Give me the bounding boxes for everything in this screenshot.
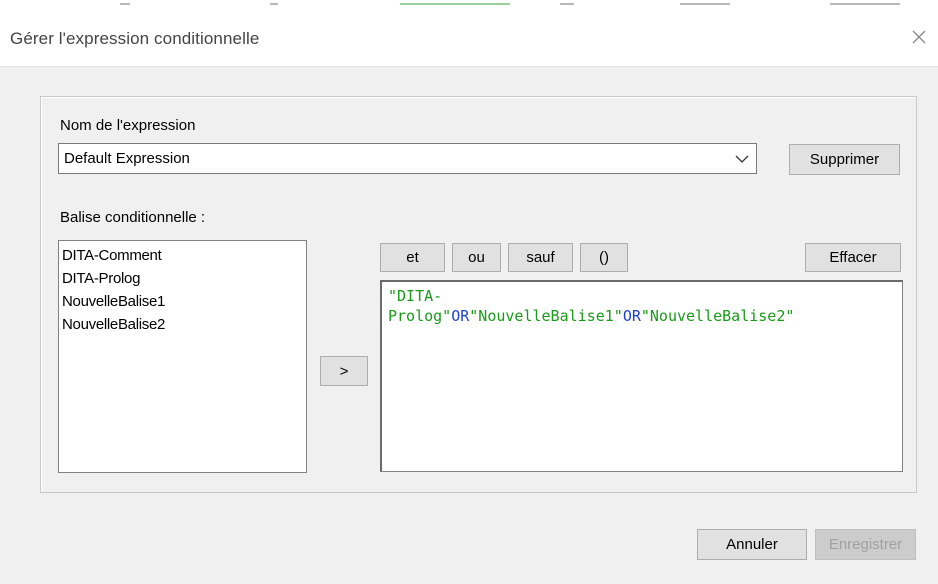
expression-string-token: Prolog" <box>388 307 452 325</box>
delete-button[interactable]: Supprimer <box>789 144 900 175</box>
title-bar: Gérer l'expression conditionnelle <box>0 10 938 67</box>
expression-name-label: Nom de l'expression <box>60 117 196 134</box>
expression-string-token: "NouvelleBalise2" <box>640 307 795 325</box>
dialog-window: Gérer l'expression conditionnelle Nom de… <box>0 0 938 584</box>
expression-operator-token: OR <box>622 307 641 325</box>
background-artifact <box>270 3 278 5</box>
cancel-button[interactable]: Annuler <box>697 529 807 560</box>
expression-line-1: "DITA- <box>388 286 896 306</box>
and-button[interactable]: et <box>380 243 445 272</box>
background-artifact <box>400 3 510 5</box>
window-title: Gérer l'expression conditionnelle <box>10 29 260 48</box>
expression-string-token: "DITA- <box>388 287 443 305</box>
list-item[interactable]: NouvelleBalise2 <box>62 316 165 333</box>
save-button[interactable]: Enregistrer <box>815 529 916 560</box>
or-button[interactable]: ou <box>452 243 501 272</box>
list-item[interactable]: NouvelleBalise1 <box>62 293 165 310</box>
expression-operator-token: OR <box>451 307 470 325</box>
parentheses-button[interactable]: () <box>580 243 628 272</box>
except-button[interactable]: sauf <box>508 243 573 272</box>
expression-editor[interactable]: "DITA- Prolog"OR"NouvelleBalise1"OR"Nouve… <box>380 280 903 472</box>
background-artifact <box>680 3 730 5</box>
add-tag-button[interactable]: > <box>320 356 368 386</box>
expression-string-token: "NouvelleBalise1" <box>469 307 623 325</box>
background-artifact <box>830 3 900 5</box>
expression-name-combobox[interactable]: Default Expression <box>58 143 757 174</box>
expression-name-value: Default Expression <box>64 150 190 167</box>
background-artifact <box>560 3 574 5</box>
background-strip <box>0 0 938 10</box>
background-artifact <box>120 3 130 5</box>
list-item[interactable]: DITA-Prolog <box>62 270 140 287</box>
close-icon[interactable] <box>906 24 932 50</box>
conditional-tag-label: Balise conditionnelle : <box>60 209 206 226</box>
conditional-tag-list[interactable]: DITA-Comment DITA-Prolog NouvelleBalise1… <box>58 240 307 473</box>
expression-line-2: Prolog"OR"NouvelleBalise1"OR"NouvelleBal… <box>388 306 896 326</box>
clear-button[interactable]: Effacer <box>805 243 901 272</box>
chevron-down-icon[interactable] <box>734 152 750 166</box>
list-item[interactable]: DITA-Comment <box>62 247 162 264</box>
